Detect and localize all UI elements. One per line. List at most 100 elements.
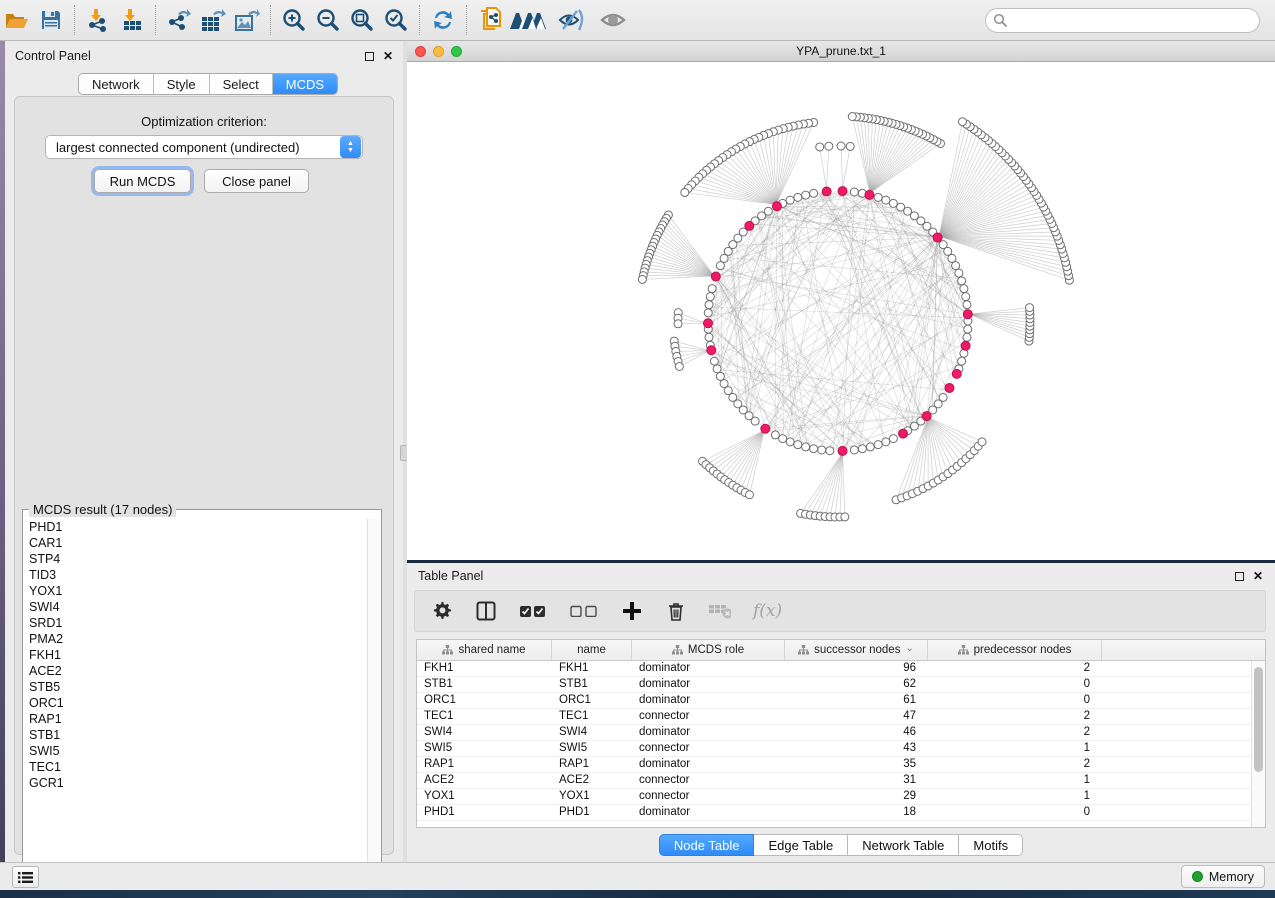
mcds-result-item[interactable]: CAR1	[24, 535, 366, 551]
column-header-name[interactable]: name	[552, 640, 632, 660]
ring-node[interactable]	[897, 203, 905, 211]
ring-node[interactable]	[889, 199, 897, 207]
column-header-predecessor-nodes[interactable]: predecessor nodes	[928, 640, 1102, 660]
ring-node[interactable]	[706, 293, 714, 301]
leaf-node[interactable]	[978, 438, 986, 446]
memory-button[interactable]: Memory	[1181, 865, 1265, 888]
ring-node[interactable]	[802, 191, 810, 199]
mcds-node[interactable]	[761, 424, 770, 433]
open-file-icon[interactable]	[0, 5, 34, 35]
table-row[interactable]: YOX1YOX1connector291	[417, 789, 1251, 805]
mcds-node[interactable]	[922, 412, 931, 421]
tab-style[interactable]: Style	[154, 74, 210, 94]
run-mcds-button[interactable]: Run MCDS	[94, 169, 191, 193]
mcds-node[interactable]	[865, 190, 874, 199]
deselect-all-rows-icon[interactable]	[569, 599, 599, 623]
mcds-result-item[interactable]: PHD1	[24, 519, 366, 535]
ring-node[interactable]	[963, 301, 971, 309]
float-panel-icon[interactable]	[365, 52, 374, 61]
ring-node[interactable]	[771, 431, 779, 439]
mcds-node[interactable]	[961, 341, 970, 350]
ring-node[interactable]	[939, 393, 947, 401]
ring-node[interactable]	[810, 189, 818, 197]
mcds-result-item[interactable]: TEC1	[24, 759, 366, 775]
mcds-node[interactable]	[704, 319, 713, 328]
table-row[interactable]: FKH1FKH1dominator962	[417, 661, 1251, 677]
mcds-list-scrollbar[interactable]	[367, 519, 380, 878]
tab-edge-table[interactable]: Edge Table	[754, 834, 848, 856]
table-row[interactable]: PHD1PHD1dominator180	[417, 805, 1251, 821]
leaf-node[interactable]	[816, 143, 824, 151]
tab-mcds[interactable]: MCDS	[273, 74, 337, 94]
ring-node[interactable]	[794, 441, 802, 449]
leaf-node[interactable]	[681, 188, 689, 196]
table-scrollbar[interactable]	[1251, 661, 1265, 827]
ring-node[interactable]	[866, 443, 874, 451]
ring-node[interactable]	[751, 417, 759, 425]
mcds-result-item[interactable]: TID3	[24, 567, 366, 583]
function-builder-icon[interactable]: f(x)	[753, 601, 782, 621]
ring-node[interactable]	[850, 188, 858, 196]
ring-node[interactable]	[794, 193, 802, 201]
mcds-result-item[interactable]: GCR1	[24, 775, 366, 791]
ring-node[interactable]	[826, 447, 834, 455]
ring-node[interactable]	[704, 309, 712, 317]
leaf-node[interactable]	[841, 513, 849, 521]
table-row[interactable]: SWI5SWI5connector431	[417, 741, 1251, 757]
ring-node[interactable]	[955, 269, 963, 277]
hide-details-icon[interactable]	[551, 5, 593, 35]
show-columns-icon[interactable]	[475, 599, 497, 623]
mcds-result-item[interactable]: SWI5	[24, 743, 366, 759]
select-all-rows-icon[interactable]	[519, 599, 547, 623]
zoom-in-icon[interactable]	[277, 5, 311, 35]
mcds-node[interactable]	[952, 369, 961, 378]
close-panel-icon[interactable]: ✕	[1253, 572, 1263, 581]
mcds-result-item[interactable]: PMA2	[24, 631, 366, 647]
mcds-node[interactable]	[933, 233, 942, 242]
leaf-node[interactable]	[1026, 304, 1034, 312]
leaf-node[interactable]	[745, 491, 753, 499]
mcds-result-list[interactable]: PHD1CAR1STP4TID3YOX1SWI4SRD1PMA2FKH1ACE2…	[24, 519, 366, 878]
ring-node[interactable]	[882, 196, 890, 204]
binoculars-icon[interactable]	[507, 5, 551, 35]
ring-node[interactable]	[818, 446, 826, 454]
ring-node[interactable]	[960, 285, 968, 293]
zoom-fit-icon[interactable]	[345, 5, 379, 35]
ring-node[interactable]	[939, 241, 947, 249]
ring-node[interactable]	[962, 293, 970, 301]
tab-node-table[interactable]: Node Table	[659, 834, 755, 856]
ring-node[interactable]	[889, 435, 897, 443]
column-header-MCDS-role[interactable]: MCDS role	[632, 640, 785, 660]
table-row[interactable]: RAP1RAP1dominator352	[417, 757, 1251, 773]
ring-node[interactable]	[716, 262, 724, 270]
mcds-result-item[interactable]: STB5	[24, 679, 366, 695]
mcds-result-item[interactable]: RAP1	[24, 711, 366, 727]
ring-node[interactable]	[802, 443, 810, 451]
ring-node[interactable]	[705, 301, 713, 309]
leaf-node[interactable]	[959, 118, 967, 126]
table-row[interactable]: SWI4SWI4dominator462	[417, 725, 1251, 741]
mcds-result-item[interactable]: STP4	[24, 551, 366, 567]
mcds-node[interactable]	[772, 202, 781, 211]
network-titlebar[interactable]: YPA_prune.txt_1	[407, 41, 1275, 62]
mcds-node[interactable]	[899, 429, 908, 438]
ring-node[interactable]	[708, 285, 716, 293]
ring-node[interactable]	[720, 254, 728, 262]
ring-node[interactable]	[786, 438, 794, 446]
ring-node[interactable]	[952, 262, 960, 270]
float-panel-icon[interactable]	[1235, 572, 1244, 581]
ring-node[interactable]	[779, 435, 787, 443]
mcds-result-item[interactable]: YOX1	[24, 583, 366, 599]
export-table-icon[interactable]	[196, 5, 230, 35]
show-details-icon[interactable]	[593, 5, 635, 35]
tab-select[interactable]: Select	[210, 74, 273, 94]
leaf-node[interactable]	[837, 142, 845, 150]
search-input[interactable]	[985, 8, 1260, 33]
tab-network[interactable]: Network	[79, 74, 154, 94]
mcds-result-item[interactable]: SRD1	[24, 615, 366, 631]
leaf-node[interactable]	[848, 112, 856, 120]
mcds-node[interactable]	[838, 446, 847, 455]
network-canvas[interactable]	[407, 62, 1275, 560]
mcds-node[interactable]	[745, 221, 754, 230]
delete-column-icon[interactable]	[665, 599, 687, 623]
